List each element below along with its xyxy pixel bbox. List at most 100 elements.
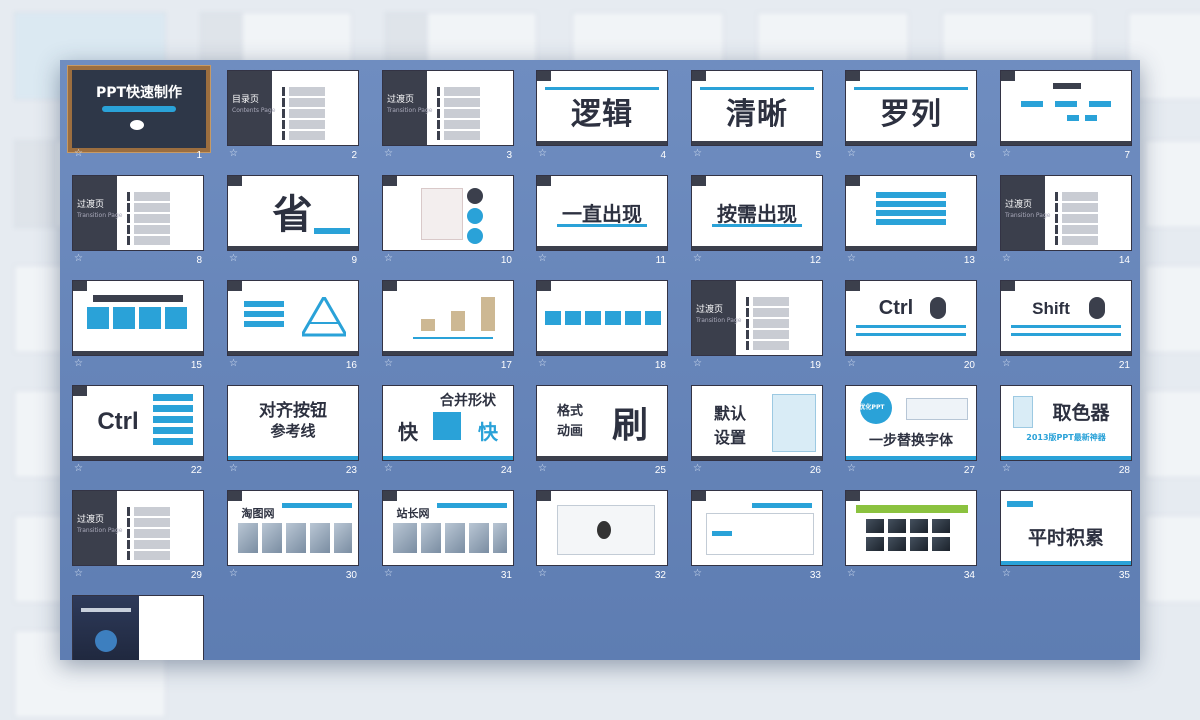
slide-30[interactable]: 淘图网 ☆ 30 — [227, 484, 359, 584]
slide-14[interactable]: 过渡页 Transition Page ☆ 14 — [1000, 169, 1132, 269]
slide-7[interactable]: ☆ 7 — [1000, 64, 1132, 164]
slide-15[interactable]: ☆ 15 — [72, 274, 204, 374]
slide-28[interactable]: 取色器 2013版PPT最新神器 ☆ 28 — [1000, 379, 1132, 479]
slide-9[interactable]: 省 ☆ 9 — [227, 169, 359, 269]
slide-sublabel: Transition Page — [696, 317, 742, 324]
slide-title: 取色器 — [1052, 402, 1110, 424]
slide-1[interactable]: PPT快速制作 ☆ 1 — [67, 64, 211, 164]
star-icon[interactable]: ☆ — [384, 358, 393, 369]
slide-20[interactable]: Ctrl ☆ 20 — [845, 274, 977, 374]
star-icon[interactable]: ☆ — [1002, 253, 1011, 264]
slide-35[interactable]: 平时积累 ☆ 35 — [1000, 484, 1132, 584]
star-icon[interactable]: ☆ — [847, 463, 856, 474]
slide-sorter-window: PPT快速制作 ☆ 1 目录页 Contents Page ☆ 2 过渡页 Tran… — [60, 60, 1140, 660]
slide-thumbnail: 一直出现 — [536, 175, 668, 251]
slide-number: 14 — [1118, 255, 1130, 266]
slide-thumbnail — [536, 280, 668, 356]
star-icon[interactable]: ☆ — [538, 358, 547, 369]
slide-thumbnail — [1000, 70, 1132, 146]
slide-27[interactable]: 优化PPT 一步替换字体 ☆ 27 — [845, 379, 977, 479]
star-icon[interactable]: ☆ — [229, 463, 238, 474]
slide-2[interactable]: 目录页 Contents Page ☆ 2 — [227, 64, 359, 164]
star-icon[interactable]: ☆ — [229, 253, 238, 264]
star-icon[interactable]: ☆ — [847, 148, 856, 159]
star-icon[interactable]: ☆ — [693, 568, 702, 579]
slide-number: 23 — [345, 465, 357, 476]
star-icon[interactable]: ☆ — [693, 358, 702, 369]
slide-19[interactable]: 过渡页 Transition Page ☆ 19 — [691, 274, 823, 374]
slide-22[interactable]: Ctrl ☆ 22 — [72, 379, 204, 479]
star-icon[interactable]: ☆ — [1002, 358, 1011, 369]
slide-12[interactable]: 按需出现 ☆ 12 — [691, 169, 823, 269]
slide-5[interactable]: 清晰 ☆ 5 — [691, 64, 823, 164]
star-icon[interactable]: ☆ — [847, 358, 856, 369]
slide-thumbnail: 逻辑 — [536, 70, 668, 146]
slide-number: 31 — [500, 570, 512, 581]
slide-10[interactable]: ☆ 10 — [382, 169, 514, 269]
slide-subtitle: 2013版PPT最新神器 — [1026, 433, 1106, 442]
star-icon[interactable]: ☆ — [74, 253, 83, 264]
bg-thumb — [1145, 390, 1200, 478]
slide-3[interactable]: 过渡页 Transition Page ☆ 3 — [382, 64, 514, 164]
slide-8[interactable]: 过渡页 Transition Page ☆ 8 — [72, 169, 204, 269]
slide-thumbnail: 过渡页 Transition Page — [1000, 175, 1132, 251]
slide-11[interactable]: 一直出现 ☆ 11 — [536, 169, 668, 269]
slide-4[interactable]: 逻辑 ☆ 4 — [536, 64, 668, 164]
slide-subtitle: 参考线 — [270, 422, 316, 440]
slide-25[interactable]: 格式 动画 刷 ☆ 25 — [536, 379, 668, 479]
slide-thumbnail: PPT快速制作 — [67, 65, 211, 153]
slide-thumbnail — [72, 280, 204, 356]
slide-label: 过渡页 — [387, 95, 415, 105]
slide-36[interactable] — [72, 589, 204, 660]
star-icon[interactable]: ☆ — [693, 148, 702, 159]
star-icon[interactable]: ☆ — [538, 253, 547, 264]
star-icon[interactable]: ☆ — [74, 358, 83, 369]
slide-number: 10 — [500, 255, 512, 266]
star-icon[interactable]: ☆ — [74, 148, 83, 159]
bg-thumb — [1145, 140, 1200, 228]
slide-thumbnail — [845, 175, 977, 251]
slide-26[interactable]: 默认 设置 ☆ 26 — [691, 379, 823, 479]
slide-sublabel: Contents Page — [232, 107, 276, 114]
slide-33[interactable]: ☆ 33 — [691, 484, 823, 584]
star-icon[interactable]: ☆ — [847, 568, 856, 579]
slide-number: 18 — [654, 360, 666, 371]
star-icon[interactable]: ☆ — [693, 463, 702, 474]
slide-17[interactable]: ☆ 17 — [382, 274, 514, 374]
slide-29[interactable]: 过渡页 Transition Page ☆ 29 — [72, 484, 204, 584]
star-icon[interactable]: ☆ — [229, 358, 238, 369]
slide-thumbnail — [536, 490, 668, 566]
star-icon[interactable]: ☆ — [538, 463, 547, 474]
slide-31[interactable]: 站长网 ☆ 31 — [382, 484, 514, 584]
slide-title: 合并形状 — [440, 393, 496, 409]
slide-23[interactable]: 对齐按钮 参考线 ☆ 23 — [227, 379, 359, 479]
star-icon[interactable]: ☆ — [1002, 148, 1011, 159]
star-icon[interactable]: ☆ — [74, 463, 83, 474]
star-icon[interactable]: ☆ — [229, 568, 238, 579]
slide-13[interactable]: ☆ 13 — [845, 169, 977, 269]
star-icon[interactable]: ☆ — [538, 148, 547, 159]
slide-34[interactable]: ☆ 34 — [845, 484, 977, 584]
slide-24[interactable]: 合并形状 快 快 ☆ 24 — [382, 379, 514, 479]
slide-16[interactable]: ☆ 16 — [227, 274, 359, 374]
slide-number: 9 — [351, 255, 357, 266]
slide-sublabel: Transition Page — [387, 107, 433, 114]
slide-number: 29 — [190, 570, 202, 581]
star-icon[interactable]: ☆ — [693, 253, 702, 264]
slide-32[interactable]: ☆ 32 — [536, 484, 668, 584]
star-icon[interactable]: ☆ — [1002, 463, 1011, 474]
star-icon[interactable]: ☆ — [229, 148, 238, 159]
slide-21[interactable]: Shift ☆ 21 — [1000, 274, 1132, 374]
star-icon[interactable]: ☆ — [384, 463, 393, 474]
slide-18[interactable]: ☆ 18 — [536, 274, 668, 374]
slide-title: 平时积累 — [1027, 527, 1104, 549]
star-icon[interactable]: ☆ — [538, 568, 547, 579]
star-icon[interactable]: ☆ — [847, 253, 856, 264]
star-icon[interactable]: ☆ — [1002, 568, 1011, 579]
star-icon[interactable]: ☆ — [74, 568, 83, 579]
star-icon[interactable]: ☆ — [384, 568, 393, 579]
star-icon[interactable]: ☆ — [384, 253, 393, 264]
slide-6[interactable]: 罗列 ☆ 6 — [845, 64, 977, 164]
star-icon[interactable]: ☆ — [384, 148, 393, 159]
slide-number: 1 — [196, 150, 202, 161]
